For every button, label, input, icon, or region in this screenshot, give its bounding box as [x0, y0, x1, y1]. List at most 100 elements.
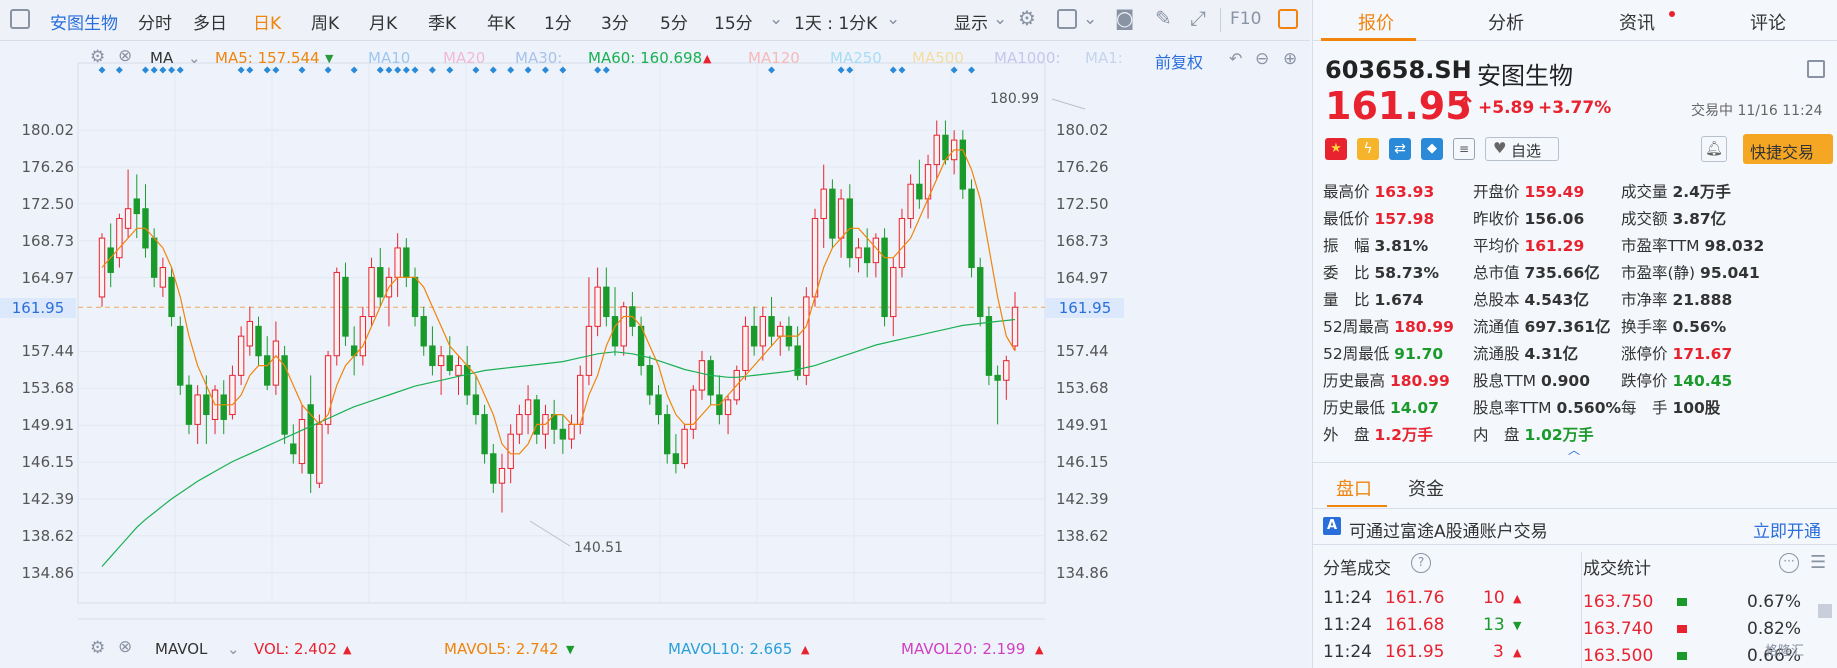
- help-icon[interactable]: ?: [1411, 553, 1431, 573]
- kline-chart[interactable]: ⚙ ⊗ MA ⌄ MA5: 157.544 ▼ MA10 MA20 MA30: …: [0, 41, 1310, 668]
- event-marker-icon: [602, 66, 610, 74]
- tick-volume: 3: [1493, 642, 1504, 662]
- candle-body: [1003, 360, 1010, 381]
- chevron-down-icon[interactable]: ⌄: [1083, 9, 1097, 29]
- camera-icon[interactable]: ◙: [1115, 6, 1134, 30]
- period-tab-weekly[interactable]: 周K: [311, 9, 339, 34]
- divider: [1313, 462, 1837, 463]
- candle-body: [116, 218, 123, 259]
- event-marker-icon: [237, 66, 245, 74]
- watermark: 格隆汇: [1765, 644, 1805, 659]
- zoom-in-icon[interactable]: ⊕: [1283, 49, 1297, 69]
- chevron-down-icon[interactable]: ⌄: [993, 9, 1007, 29]
- vol-indicator-name[interactable]: MAVOL: [155, 640, 207, 658]
- high-annotation-line: [1051, 98, 1086, 110]
- tab-orderbook[interactable]: 盘口: [1336, 475, 1372, 501]
- quote-field-value: 140.45: [1672, 372, 1733, 390]
- chevron-down-icon[interactable]: ⌄: [227, 640, 240, 658]
- tab-analysis[interactable]: 分析: [1488, 9, 1524, 35]
- candle-body: [829, 188, 836, 239]
- tag-icon[interactable]: ◆: [1421, 138, 1443, 160]
- tick-volume: 13: [1483, 615, 1505, 635]
- china-flag-icon[interactable]: ★: [1325, 138, 1347, 160]
- period-tab-daily[interactable]: 日K: [253, 9, 281, 34]
- quote-field: 历史最高 180.99: [1323, 369, 1450, 391]
- tab-funds[interactable]: 资金: [1408, 475, 1444, 501]
- pencil-icon[interactable]: ✎: [1155, 6, 1172, 30]
- display-menu[interactable]: 显示: [954, 9, 988, 34]
- candle-body: [837, 198, 845, 239]
- candle-body: [942, 134, 949, 161]
- price-axis-label: 149.91: [21, 416, 75, 435]
- stock-name-title[interactable]: 安图生物: [50, 9, 118, 34]
- gear-icon[interactable]: ⚙: [1018, 6, 1036, 30]
- candle-body: [342, 276, 349, 337]
- event-marker-icon: [150, 66, 158, 74]
- candle-body: [855, 247, 862, 259]
- chevron-up-icon[interactable]: ︿: [1568, 441, 1580, 458]
- bell-icon[interactable]: 🔔︎: [1701, 136, 1727, 162]
- period-tab-intraday[interactable]: 分时: [138, 9, 172, 34]
- price-axis-label: 138.62: [21, 526, 75, 545]
- event-marker-icon: [263, 66, 271, 74]
- f10-button[interactable]: F10: [1230, 9, 1261, 29]
- fullscreen-icon[interactable]: ⤢: [1190, 6, 1206, 30]
- candle-body: [898, 218, 906, 269]
- scrollbar-thumb[interactable]: [1818, 604, 1832, 618]
- more-icon[interactable]: ···: [1779, 553, 1799, 573]
- period-tab-5min[interactable]: 5分: [660, 9, 688, 34]
- period-select-1day[interactable]: 1天 : 1分K: [794, 9, 877, 34]
- document-icon[interactable]: ≡: [1453, 138, 1475, 160]
- adjust-mode-button[interactable]: 前复权: [1155, 49, 1203, 73]
- divider: [1581, 552, 1582, 668]
- candle-body: [333, 271, 340, 357]
- candle-body: [229, 374, 236, 416]
- quote-field: 市净率 21.888: [1621, 288, 1732, 310]
- shuffle-icon[interactable]: ⇄: [1389, 138, 1411, 160]
- candle-body: [568, 423, 575, 440]
- quote-field-label: 内 盘: [1473, 426, 1525, 444]
- list-icon[interactable]: ☰: [1810, 552, 1826, 573]
- square-icon[interactable]: [1057, 9, 1077, 29]
- period-tab-monthly[interactable]: 月K: [369, 9, 397, 34]
- candle-body: [220, 394, 227, 420]
- kline-svg[interactable]: [0, 41, 1310, 668]
- tab-news[interactable]: 资讯: [1619, 9, 1655, 35]
- chevron-down-icon[interactable]: ⌄: [769, 9, 783, 29]
- period-tab-quarterly[interactable]: 季K: [428, 9, 456, 34]
- period-tab-multiday[interactable]: 多日: [193, 9, 227, 34]
- watchlist-label: 自选: [1511, 142, 1542, 160]
- period-tab-yearly[interactable]: 年K: [487, 9, 515, 34]
- candle-body: [603, 286, 610, 318]
- high-annotation: 180.99: [990, 91, 1039, 107]
- quote-field-value: 0.560%: [1556, 399, 1622, 417]
- tab-comments[interactable]: 评论: [1750, 9, 1786, 35]
- quote-field-label: 每 手: [1621, 399, 1673, 417]
- price-axis-label: 134.86: [1056, 563, 1109, 582]
- chevron-down-icon[interactable]: ⌄: [886, 9, 900, 29]
- mavol5-label: MAVOL5: 2.742: [444, 640, 559, 658]
- close-icon[interactable]: ⊗: [118, 637, 132, 657]
- ma10-label: MA10: [368, 49, 411, 67]
- period-tab-15min[interactable]: 15分: [714, 9, 753, 34]
- sidebar-toggle-icon[interactable]: [10, 9, 30, 29]
- candle-body: [698, 360, 706, 391]
- tab-quote[interactable]: 报价: [1358, 9, 1394, 35]
- gear-icon[interactable]: ⚙: [90, 47, 105, 67]
- period-tab-1min[interactable]: 1分: [544, 9, 572, 34]
- undo-icon[interactable]: ↶: [1229, 49, 1242, 68]
- mavol20-label: MAVOL20: 2.199: [901, 640, 1026, 658]
- chevron-down-icon[interactable]: ⌄: [188, 49, 201, 67]
- lightning-icon[interactable]: ϟ: [1357, 138, 1379, 160]
- indicator-name[interactable]: MA: [150, 49, 173, 67]
- open-account-link[interactable]: 立即开通: [1753, 517, 1821, 542]
- close-icon[interactable]: ⊗: [118, 46, 132, 66]
- panel-layout-icon[interactable]: [1807, 60, 1825, 78]
- period-tab-3min[interactable]: 3分: [601, 9, 629, 34]
- candle-body: [290, 443, 297, 455]
- panel-toggle-icon[interactable]: [1278, 9, 1298, 29]
- gear-icon[interactable]: ⚙: [90, 638, 105, 658]
- zoom-out-icon[interactable]: ⊖: [1255, 49, 1269, 69]
- event-marker-icon: [889, 66, 897, 74]
- event-marker-icon: [159, 66, 167, 74]
